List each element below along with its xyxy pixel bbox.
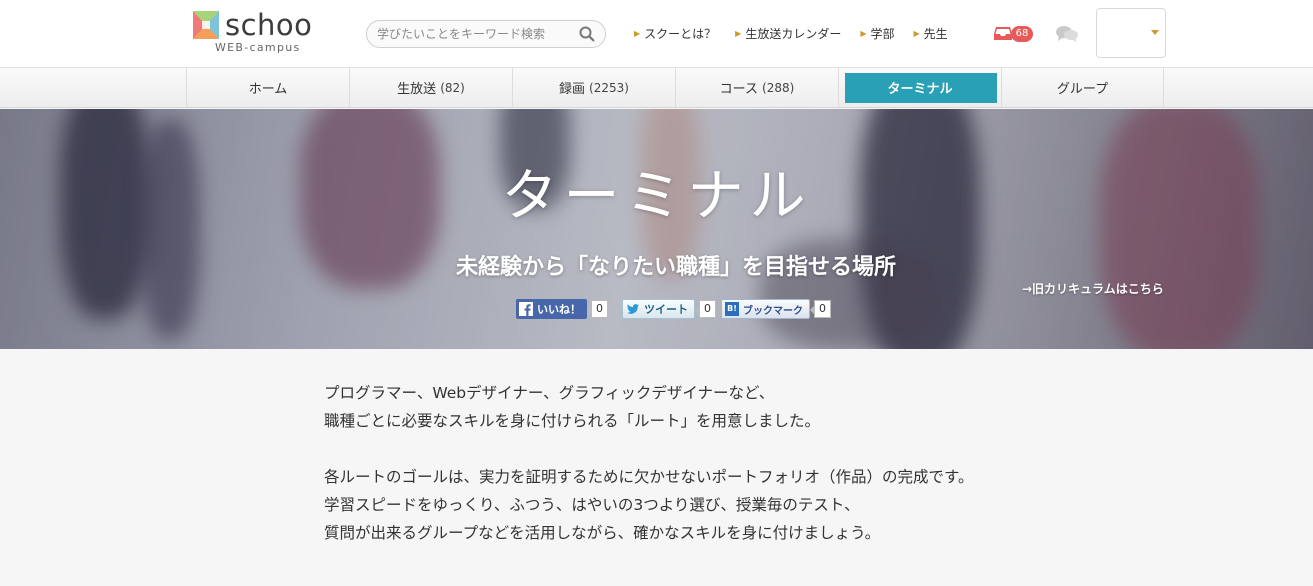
tab-live[interactable]: 生放送 (82) (349, 68, 512, 107)
old-curriculum-link[interactable]: →旧カリキュラムはこちら (1022, 280, 1164, 297)
notifications-button[interactable]: 68 (994, 24, 1040, 44)
tab-home[interactable]: ホーム (186, 68, 349, 107)
tweet-count: 0 (695, 300, 716, 318)
tab-terminal[interactable]: ターミナル (838, 68, 1001, 107)
triangle-right-icon: ▶ (735, 28, 742, 38)
triangle-right-icon: ▶ (913, 28, 920, 38)
logo-wordmark: schoo (225, 8, 313, 42)
topnav-link-calendar[interactable]: ▶ 生放送カレンダー (735, 25, 841, 41)
intro-line: 職種ごとに必要なスキルを身に付けられる「ルート」を用意しました。 (324, 412, 821, 430)
caret-down-icon (1151, 30, 1159, 35)
topnav-link-faculty[interactable]: ▶ 学部 (860, 25, 894, 41)
hero-subtitle: 未経験から「なりたい職種」を目指せる場所 (455, 255, 896, 280)
twitter-tweet-widget: ツイート 0 (622, 299, 716, 319)
inbox-icon (994, 27, 1012, 40)
schoo-logo-icon (193, 11, 219, 39)
schoo-logo[interactable]: schoo WEB-campus (193, 8, 333, 57)
terminal-intro: プログラマー、Webデザイナー、グラフィックデザイナーなど、 職種ごとに必要なス… (324, 379, 1084, 547)
twitter-bird-icon (627, 304, 639, 314)
chat-bubbles-icon[interactable] (1056, 25, 1078, 43)
search-box (366, 20, 606, 48)
triangle-right-icon: ▶ (634, 28, 641, 38)
triangle-right-icon: ▶ (860, 28, 867, 38)
facebook-like-count: 0 (587, 300, 608, 318)
search-icon[interactable] (579, 26, 595, 42)
site-header: schoo WEB-campus ▶スクーとは？ ▶生放送カレンダー ▶学部 ▶… (0, 0, 1313, 68)
hatena-bookmark-button[interactable]: B! ブックマーク (721, 299, 810, 319)
tab-count: (288) (762, 80, 795, 95)
intro-line: プログラマー、Webデザイナー、グラフィックデザイナーなど、 (324, 384, 775, 402)
intro-line: 質問が出来るグループなどを活用しながら、確かなスキルを身に付けましょう。 (324, 524, 881, 542)
facebook-like-widget: いいね！ 0 (516, 299, 608, 319)
hero-banner: ターミナル 未経験から「なりたい職種」を目指せる場所 →旧カリキュラムはこちら … (0, 109, 1313, 349)
tab-groups[interactable]: グループ (1001, 68, 1164, 107)
tweet-button[interactable]: ツイート (622, 299, 695, 319)
topnav-link-teachers[interactable]: ▶ 先生 (914, 25, 948, 41)
topnav-link-about[interactable]: ▶ スクーとは？ (634, 25, 716, 41)
search-input[interactable] (377, 25, 573, 43)
intro-line: 学習スピードをゆっくり、ふつう、はやいの3つより選び、授業毎のテスト、 (324, 496, 860, 514)
tab-recorded[interactable]: 録画 (2253) (512, 68, 675, 107)
hatena-bookmark-widget: B! ブックマーク 0 (721, 299, 831, 319)
main-tab-bar: ホーム 生放送 (82) 録画 (2253) コース (288) ターミナル グループ (0, 68, 1313, 108)
notification-count-badge: 68 (1011, 26, 1033, 42)
hatena-bookmark-count: 0 (810, 300, 831, 318)
tab-courses[interactable]: コース (288) (675, 68, 838, 107)
account-menu-button[interactable] (1096, 8, 1166, 58)
facebook-like-button[interactable]: いいね！ (516, 299, 587, 319)
intro-line: 各ルートのゴールは、実力を証明するために欠かせないポートフォリオ（作品）の完成で… (324, 468, 974, 486)
logo-subtitle: WEB-campus (215, 41, 301, 54)
hatena-bookmark-icon: B! (725, 302, 739, 316)
hero-title: ターミナル (501, 164, 812, 229)
tab-count: (2253) (589, 80, 629, 95)
top-navigation: ▶ スクーとは？ ▶ 生放送カレンダー ▶ 学部 ▶ 先生 (634, 25, 967, 41)
tab-count: (82) (440, 80, 465, 95)
facebook-icon (519, 302, 533, 316)
